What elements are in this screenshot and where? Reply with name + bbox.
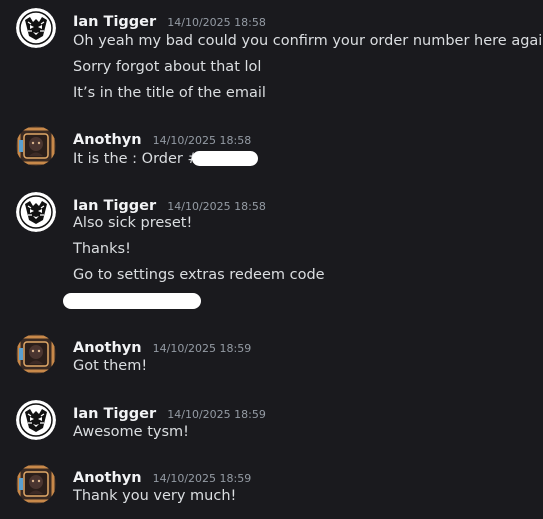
framed-portrait-avatar[interactable] [16, 126, 56, 166]
message-text: Sorry forgot about that lol [73, 59, 262, 75]
timestamp: 14/10/2025 18:58 [152, 134, 252, 147]
message-text: Oh yeah my bad could you confirm your or… [73, 33, 543, 49]
message-header: Anothyn 14/10/2025 18:58 [73, 129, 251, 151]
message-text: Also sick preset! [73, 215, 193, 231]
timestamp: 14/10/2025 18:58 [167, 16, 266, 29]
username[interactable]: Anothyn [73, 470, 142, 486]
message-text: Go to settings extras redeem code [73, 267, 325, 283]
redaction-bar [63, 293, 201, 309]
message-text: It is the : Order # [73, 151, 200, 167]
username[interactable]: Ian Tigger [73, 198, 156, 214]
redaction-bar [192, 151, 258, 166]
message-header: Ian Tigger 14/10/2025 18:58 [73, 11, 266, 33]
message-group: Anothyn 14/10/2025 18:59 Thank you very … [0, 464, 543, 514]
chat-messages: Ian Tigger 14/10/2025 18:58 Oh yeah my b… [0, 0, 543, 519]
message-text: It’s in the title of the email [73, 85, 266, 101]
message-header: Ian Tigger 14/10/2025 18:59 [73, 403, 266, 425]
message-header: Anothyn 14/10/2025 18:59 [73, 337, 251, 359]
message-group: Ian Tigger 14/10/2025 18:59 Awesome tysm… [0, 400, 543, 450]
message-text: Got them! [73, 358, 148, 374]
message-group: Ian Tigger 14/10/2025 18:58 Oh yeah my b… [0, 8, 543, 108]
timestamp: 14/10/2025 18:59 [167, 408, 266, 421]
message-text: Thank you very much! [73, 488, 237, 504]
message-group: Anothyn 14/10/2025 18:59 Got them! [0, 334, 543, 384]
timestamp: 14/10/2025 18:59 [152, 342, 252, 355]
username[interactable]: Ian Tigger [73, 406, 156, 422]
timestamp: 14/10/2025 18:58 [167, 200, 266, 213]
framed-portrait-avatar[interactable] [16, 464, 56, 504]
message-header: Ian Tigger 14/10/2025 18:58 [73, 195, 266, 217]
username[interactable]: Ian Tigger [73, 14, 156, 30]
username[interactable]: Anothyn [73, 132, 142, 148]
framed-portrait-avatar[interactable] [16, 334, 56, 374]
message-text: Awesome tysm! [73, 424, 189, 440]
tiger-logo-avatar[interactable] [16, 8, 56, 48]
tiger-logo-avatar[interactable] [16, 192, 56, 232]
message-text: Thanks! [73, 241, 131, 257]
timestamp: 14/10/2025 18:59 [152, 472, 252, 485]
message-group: Ian Tigger 14/10/2025 18:58 Also sick pr… [0, 192, 543, 309]
message-group: Anothyn 14/10/2025 18:58 It is the : Ord… [0, 126, 543, 176]
message-header: Anothyn 14/10/2025 18:59 [73, 467, 251, 489]
tiger-logo-avatar[interactable] [16, 400, 56, 440]
username[interactable]: Anothyn [73, 340, 142, 356]
